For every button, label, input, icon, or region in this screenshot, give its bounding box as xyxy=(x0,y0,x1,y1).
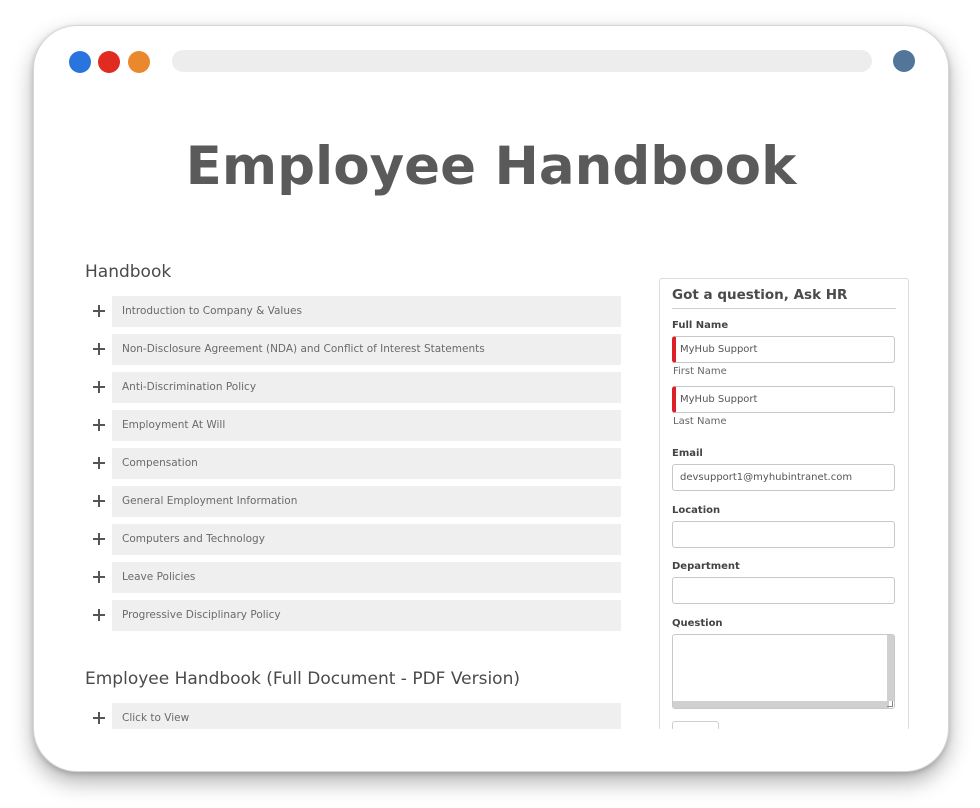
plus-icon xyxy=(93,571,105,583)
page-viewport: Employee Handbook Handbook Introduction … xyxy=(34,88,948,729)
expand-toggle[interactable] xyxy=(85,448,111,479)
expand-toggle[interactable] xyxy=(85,600,111,631)
expand-toggle[interactable] xyxy=(85,524,111,555)
first-name-sublabel: First Name xyxy=(673,366,727,377)
accordion-item[interactable]: Anti-Discrimination Policy xyxy=(85,372,621,403)
last-name-field[interactable] xyxy=(672,386,895,413)
accordion-item-label[interactable]: Employment At Will xyxy=(112,410,621,441)
plus-icon xyxy=(93,381,105,393)
ask-hr-form: Got a question, Ask HR Full Name First N… xyxy=(659,278,909,729)
plus-icon xyxy=(93,712,105,724)
submit-button[interactable] xyxy=(672,721,719,729)
department-field[interactable] xyxy=(672,577,895,604)
plus-icon xyxy=(93,495,105,507)
page-title: Employee Handbook xyxy=(185,136,797,197)
handbook-accordion: Introduction to Company & Values Non-Dis… xyxy=(85,296,621,638)
expand-toggle[interactable] xyxy=(85,296,111,327)
textarea-vertical-scrollbar[interactable] xyxy=(887,635,894,701)
accordion-item-label[interactable]: Click to View xyxy=(112,703,621,729)
expand-toggle[interactable] xyxy=(85,486,111,517)
expand-toggle[interactable] xyxy=(85,372,111,403)
window-dot-blue[interactable] xyxy=(69,51,91,73)
expand-toggle[interactable] xyxy=(85,562,111,593)
accordion-item[interactable]: Non-Disclosure Agreement (NDA) and Confl… xyxy=(85,334,621,365)
location-label: Location xyxy=(672,505,721,516)
plus-icon xyxy=(93,533,105,545)
textarea-horizontal-scrollbar[interactable] xyxy=(673,701,889,708)
resize-grip-icon[interactable] xyxy=(887,701,893,707)
expand-toggle[interactable] xyxy=(85,410,111,441)
accordion-item-label[interactable]: Introduction to Company & Values xyxy=(112,296,621,327)
accordion-item[interactable]: Employment At Will xyxy=(85,410,621,441)
window-dot-orange[interactable] xyxy=(128,51,150,73)
accordion-item-label[interactable]: Computers and Technology xyxy=(112,524,621,555)
plus-icon xyxy=(93,609,105,621)
accordion-item-label[interactable]: Non-Disclosure Agreement (NDA) and Confl… xyxy=(112,334,621,365)
profile-avatar[interactable] xyxy=(893,50,915,72)
accordion-item[interactable]: Computers and Technology xyxy=(85,524,621,555)
question-label: Question xyxy=(672,618,723,629)
address-bar[interactable] xyxy=(172,50,872,72)
accordion-item-label[interactable]: Compensation xyxy=(112,448,621,479)
accordion-item[interactable]: Progressive Disciplinary Policy xyxy=(85,600,621,631)
full-name-label: Full Name xyxy=(672,320,729,331)
accordion-item[interactable]: Leave Policies xyxy=(85,562,621,593)
last-name-sublabel: Last Name xyxy=(673,416,727,427)
handbook-heading: Handbook xyxy=(85,262,172,282)
accordion-item-label[interactable]: General Employment Information xyxy=(112,486,621,517)
accordion-item[interactable]: Introduction to Company & Values xyxy=(85,296,621,327)
plus-icon xyxy=(93,457,105,469)
plus-icon xyxy=(93,305,105,317)
accordion-item-label[interactable]: Leave Policies xyxy=(112,562,621,593)
accordion-item-label[interactable]: Progressive Disciplinary Policy xyxy=(112,600,621,631)
expand-toggle[interactable] xyxy=(85,334,111,365)
plus-icon xyxy=(93,419,105,431)
email-label: Email xyxy=(672,448,703,459)
location-field[interactable] xyxy=(672,521,895,548)
browser-window: Employee Handbook Handbook Introduction … xyxy=(33,25,949,772)
first-name-field[interactable] xyxy=(672,336,895,363)
window-dot-red[interactable] xyxy=(98,51,120,73)
email-field[interactable] xyxy=(672,464,895,491)
accordion-item-label[interactable]: Anti-Discrimination Policy xyxy=(112,372,621,403)
accordion-item[interactable]: Compensation xyxy=(85,448,621,479)
pdf-section-heading: Employee Handbook (Full Document - PDF V… xyxy=(85,669,520,689)
question-textarea[interactable] xyxy=(672,634,895,709)
expand-toggle[interactable] xyxy=(85,703,111,729)
accordion-item[interactable]: Click to View xyxy=(85,703,621,729)
accordion-item[interactable]: General Employment Information xyxy=(85,486,621,517)
form-title: Got a question, Ask HR xyxy=(672,287,896,309)
department-label: Department xyxy=(672,561,740,572)
pdf-accordion: Click to View xyxy=(85,703,621,729)
plus-icon xyxy=(93,343,105,355)
